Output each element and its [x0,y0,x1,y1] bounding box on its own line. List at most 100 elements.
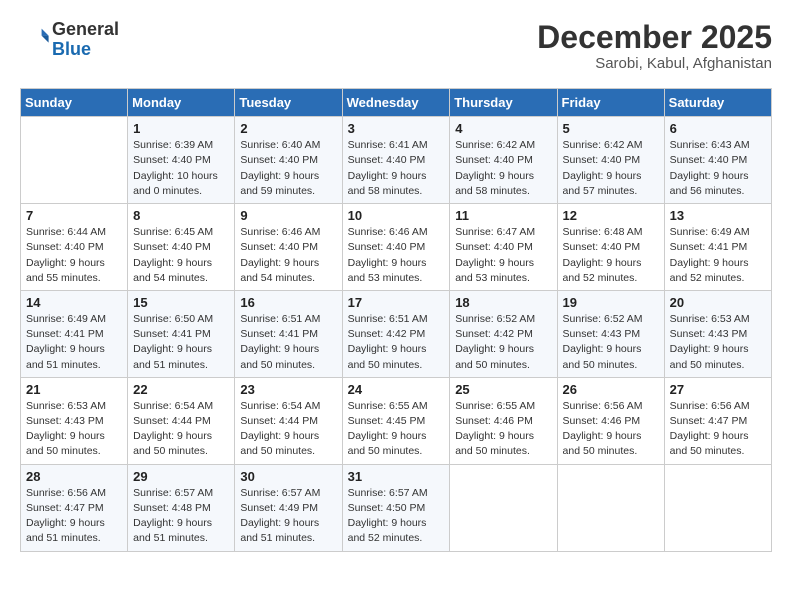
calendar-cell: 29 Sunrise: 6:57 AM Sunset: 4:48 PM Dayli… [128,464,235,551]
day-info: Sunrise: 6:51 AM Sunset: 4:41 PM Dayligh… [240,312,336,373]
day-number: 24 [348,382,445,397]
calendar-cell: 17Sunrise: 6:51 AM Sunset: 4:42 PM Dayli… [342,290,450,377]
day-number: 18 [455,295,551,310]
subtitle: Sarobi, Kabul, Afghanistan [537,55,772,72]
calendar-week-row: 7Sunrise: 6:44 AM Sunset: 4:40 PM Daylig… [21,204,772,291]
day-header: Saturday [664,89,771,117]
calendar-cell: 18 Sunrise: 6:52 AM Sunset: 4:42 PM Dayli… [450,290,557,377]
calendar-cell: 21 Sunrise: 6:53 AM Sunset: 4:43 PM Dayli… [21,377,128,464]
day-number: 5 [563,121,659,136]
calendar-cell: 22Sunrise: 6:54 AM Sunset: 4:44 PM Dayli… [128,377,235,464]
day-number: 12 [563,208,659,223]
calendar-cell: 26 Sunrise: 6:56 AM Sunset: 4:46 PM Dayli… [557,377,664,464]
calendar-cell [21,117,128,204]
day-number: 20 [670,295,766,310]
day-number: 14 [26,295,122,310]
day-header: Sunday [21,89,128,117]
day-info: Sunrise: 6:44 AM Sunset: 4:40 PM Dayligh… [26,225,122,286]
day-number: 2 [240,121,336,136]
page-header: General Blue December 2025 Sarobi, Kabul… [20,20,772,72]
day-info: Sunrise: 6:47 AM Sunset: 4:40 PM Dayligh… [455,225,551,286]
calendar-cell: 6 Sunrise: 6:43 AM Sunset: 4:40 PM Daylig… [664,117,771,204]
day-number: 11 [455,208,551,223]
day-info: Sunrise: 6:40 AM Sunset: 4:40 PM Dayligh… [240,138,336,199]
calendar-cell: 16Sunrise: 6:51 AM Sunset: 4:41 PM Dayli… [235,290,342,377]
day-info: Sunrise: 6:56 AM Sunset: 4:47 PM Dayligh… [26,486,122,547]
logo-icon [22,23,50,51]
day-info: Sunrise: 6:57 AM Sunset: 4:49 PM Dayligh… [240,486,336,547]
day-number: 28 [26,469,122,484]
day-number: 30 [240,469,336,484]
calendar-cell: 19 Sunrise: 6:52 AM Sunset: 4:43 PM Dayli… [557,290,664,377]
day-info: Sunrise: 6:52 AM Sunset: 4:43 PM Dayligh… [563,312,659,373]
calendar-cell: 13 Sunrise: 6:49 AM Sunset: 4:41 PM Dayli… [664,204,771,291]
calendar-cell: 12 Sunrise: 6:48 AM Sunset: 4:40 PM Dayli… [557,204,664,291]
day-number: 1 [133,121,229,136]
day-number: 13 [670,208,766,223]
calendar-cell: 1Sunrise: 6:39 AM Sunset: 4:40 PM Daylig… [128,117,235,204]
day-info: Sunrise: 6:49 AM Sunset: 4:41 PM Dayligh… [670,225,766,286]
day-number: 31 [348,469,445,484]
day-header: Tuesday [235,89,342,117]
calendar-cell [450,464,557,551]
calendar-week-row: 1Sunrise: 6:39 AM Sunset: 4:40 PM Daylig… [21,117,772,204]
day-number: 21 [26,382,122,397]
day-info: Sunrise: 6:41 AM Sunset: 4:40 PM Dayligh… [348,138,445,199]
day-info: Sunrise: 6:53 AM Sunset: 4:43 PM Dayligh… [670,312,766,373]
day-info: Sunrise: 6:55 AM Sunset: 4:45 PM Dayligh… [348,399,445,460]
calendar-cell: 5 Sunrise: 6:42 AM Sunset: 4:40 PM Daylig… [557,117,664,204]
day-info: Sunrise: 6:57 AM Sunset: 4:48 PM Dayligh… [133,486,229,547]
day-number: 29 [133,469,229,484]
day-info: Sunrise: 6:46 AM Sunset: 4:40 PM Dayligh… [240,225,336,286]
day-number: 6 [670,121,766,136]
calendar-cell: 2 Sunrise: 6:40 AM Sunset: 4:40 PM Daylig… [235,117,342,204]
day-info: Sunrise: 6:55 AM Sunset: 4:46 PM Dayligh… [455,399,551,460]
calendar-cell: 24 Sunrise: 6:55 AM Sunset: 4:45 PM Dayli… [342,377,450,464]
calendar-cell: 23Sunrise: 6:54 AM Sunset: 4:44 PM Dayli… [235,377,342,464]
calendar-cell: 14 Sunrise: 6:49 AM Sunset: 4:41 PM Dayli… [21,290,128,377]
calendar-cell: 25Sunrise: 6:55 AM Sunset: 4:46 PM Dayli… [450,377,557,464]
calendar-table: SundayMondayTuesdayWednesdayThursdayFrid… [20,88,772,551]
day-number: 22 [133,382,229,397]
calendar-body: 1Sunrise: 6:39 AM Sunset: 4:40 PM Daylig… [21,117,772,551]
day-header: Friday [557,89,664,117]
day-number: 23 [240,382,336,397]
calendar-week-row: 21 Sunrise: 6:53 AM Sunset: 4:43 PM Dayli… [21,377,772,464]
calendar-cell: 30 Sunrise: 6:57 AM Sunset: 4:49 PM Dayli… [235,464,342,551]
day-number: 19 [563,295,659,310]
calendar-week-row: 28 Sunrise: 6:56 AM Sunset: 4:47 PM Dayli… [21,464,772,551]
calendar-cell: 8Sunrise: 6:45 AM Sunset: 4:40 PM Daylig… [128,204,235,291]
day-number: 3 [348,121,445,136]
calendar-cell [557,464,664,551]
calendar-cell: 11 Sunrise: 6:47 AM Sunset: 4:40 PM Dayli… [450,204,557,291]
month-title: December 2025 [537,20,772,55]
logo: General Blue [20,20,119,60]
day-number: 8 [133,208,229,223]
day-number: 26 [563,382,659,397]
day-header: Thursday [450,89,557,117]
day-info: Sunrise: 6:56 AM Sunset: 4:46 PM Dayligh… [563,399,659,460]
day-number: 9 [240,208,336,223]
title-block: December 2025 Sarobi, Kabul, Afghanistan [537,20,772,72]
day-info: Sunrise: 6:49 AM Sunset: 4:41 PM Dayligh… [26,312,122,373]
day-header: Monday [128,89,235,117]
logo-text: General Blue [52,20,119,60]
calendar-cell: 3 Sunrise: 6:41 AM Sunset: 4:40 PM Daylig… [342,117,450,204]
calendar-cell: 20 Sunrise: 6:53 AM Sunset: 4:43 PM Dayli… [664,290,771,377]
day-info: Sunrise: 6:52 AM Sunset: 4:42 PM Dayligh… [455,312,551,373]
day-info: Sunrise: 6:53 AM Sunset: 4:43 PM Dayligh… [26,399,122,460]
calendar-cell [664,464,771,551]
calendar-cell: 28 Sunrise: 6:56 AM Sunset: 4:47 PM Dayli… [21,464,128,551]
day-info: Sunrise: 6:56 AM Sunset: 4:47 PM Dayligh… [670,399,766,460]
day-info: Sunrise: 6:46 AM Sunset: 4:40 PM Dayligh… [348,225,445,286]
day-info: Sunrise: 6:48 AM Sunset: 4:40 PM Dayligh… [563,225,659,286]
calendar-header-row: SundayMondayTuesdayWednesdayThursdayFrid… [21,89,772,117]
calendar-week-row: 14 Sunrise: 6:49 AM Sunset: 4:41 PM Dayli… [21,290,772,377]
day-info: Sunrise: 6:42 AM Sunset: 4:40 PM Dayligh… [563,138,659,199]
calendar-cell: 4Sunrise: 6:42 AM Sunset: 4:40 PM Daylig… [450,117,557,204]
day-number: 15 [133,295,229,310]
day-info: Sunrise: 6:43 AM Sunset: 4:40 PM Dayligh… [670,138,766,199]
calendar-cell: 31Sunrise: 6:57 AM Sunset: 4:50 PM Dayli… [342,464,450,551]
day-number: 4 [455,121,551,136]
day-header: Wednesday [342,89,450,117]
